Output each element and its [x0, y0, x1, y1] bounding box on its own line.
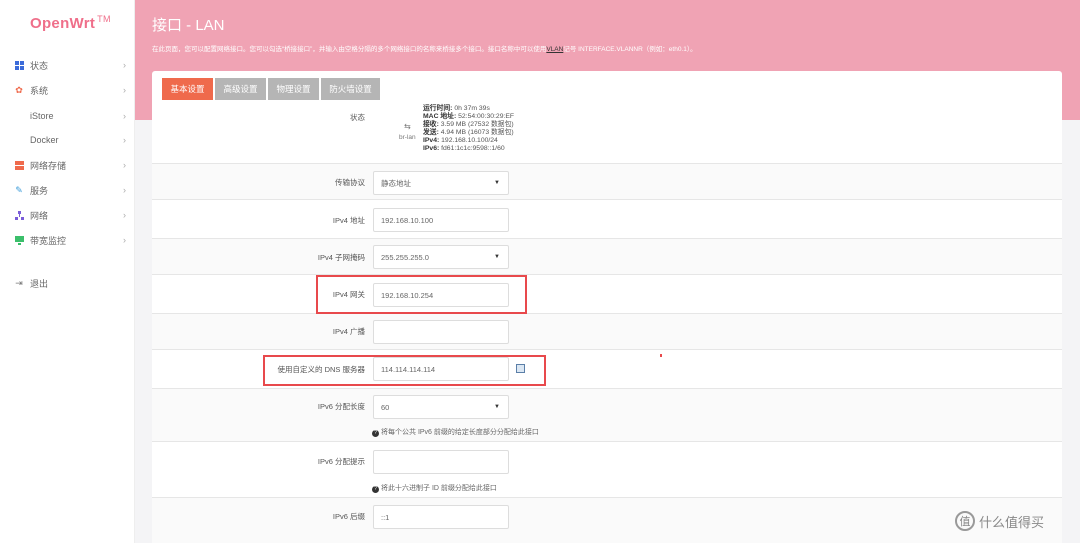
dns-highlight-box	[263, 355, 546, 386]
gear-icon: ✿	[15, 84, 23, 95]
sidebar-item-istore[interactable]: iStore ›	[14, 106, 126, 126]
chevron-right-icon: ›	[123, 85, 126, 95]
ipv4-netmask-select[interactable]: 255.255.255.0 ▼	[373, 245, 509, 269]
help-icon: ?	[372, 430, 379, 437]
ipv4-netmask-label: IPv4 子网掩码	[317, 253, 365, 262]
dashboard-icon	[14, 60, 24, 70]
status-label: 状态	[350, 113, 365, 122]
chevron-right-icon: ›	[123, 111, 126, 121]
logout-icon: ⇥	[15, 277, 23, 288]
caret-down-icon: ▼	[494, 254, 500, 260]
ipv4-broadcast-input[interactable]	[373, 320, 509, 344]
ipv6-suffix-label: IPv6 后缀	[332, 512, 365, 521]
ipv6-assign-hint: ? 将每个公共 IPv6 前缀的给定长度部分分配给此接口	[372, 427, 539, 437]
chevron-right-icon: ›	[123, 185, 126, 195]
brand-logo[interactable]: OpenWrt TM	[30, 14, 111, 32]
monitor-icon	[14, 235, 24, 245]
caret-down-icon: ▼	[494, 404, 500, 410]
tab-basic[interactable]: 基本设置	[162, 78, 213, 100]
services-icon: ✎	[15, 184, 23, 195]
sidebar-item-docker[interactable]: Docker ›	[14, 130, 126, 150]
network-icon	[14, 210, 24, 220]
protocol-label: 传输协议	[335, 178, 365, 187]
chevron-right-icon: ›	[123, 210, 126, 220]
chevron-right-icon: ›	[123, 160, 126, 170]
ipv4-address-label: IPv4 地址	[332, 216, 365, 225]
sidebar-item-system[interactable]: ✿ 系统 ›	[14, 80, 126, 100]
watermark: 值 什么值得买	[955, 511, 1044, 531]
ipv6-assign-label: IPv6 分配长度	[317, 402, 365, 411]
sidebar-item-services[interactable]: ✎ 服务 ›	[14, 180, 126, 200]
tab-firewall[interactable]: 防火墙设置	[321, 78, 380, 100]
chevron-right-icon: ›	[123, 135, 126, 145]
chevron-right-icon: ›	[123, 60, 126, 70]
chevron-right-icon: ›	[123, 235, 126, 245]
protocol-select[interactable]: 静态地址 ▼	[373, 171, 509, 195]
settings-card	[152, 71, 1062, 543]
help-icon: ?	[372, 486, 379, 493]
vlan-link[interactable]: VLAN	[546, 46, 563, 53]
tab-physical[interactable]: 物理设置	[268, 78, 319, 100]
sidebar: OpenWrt TM 状态 › ✿ 系统 › iStore › Docker › 网络存储…	[0, 0, 135, 543]
ipv6-hint-help: ? 将此十六进制子 ID 前缀分配给此接口	[372, 483, 497, 493]
status-info: 运行时间: 0h 37m 39s MAC 地址: 52:54:00:30:29:…	[423, 105, 515, 152]
ipv6-assign-select[interactable]: 60 ▼	[373, 395, 509, 419]
ipv6-hint-label: IPv6 分配提示	[317, 457, 365, 466]
sidebar-item-logout[interactable]: ⇥ 退出	[14, 273, 126, 293]
ipv4-address-input[interactable]: 192.168.10.100	[373, 208, 509, 232]
storage-icon	[14, 160, 24, 170]
row-bg	[152, 388, 1062, 441]
ethernet-icon: ⇆	[404, 122, 411, 131]
sidebar-item-network[interactable]: 网络 ›	[14, 205, 126, 225]
sidebar-item-storage[interactable]: 网络存储 ›	[14, 155, 126, 175]
sidebar-item-bandwidth[interactable]: 带宽监控 ›	[14, 230, 126, 250]
ipv4-broadcast-label: IPv4 广播	[332, 327, 365, 336]
ipv6-suffix-input[interactable]: ::1	[373, 505, 509, 529]
page-description: 在此页面，您可以配置网络接口。您可以勾选“桥接接口”，并输入由空格分隔的多个网络…	[152, 46, 697, 53]
gateway-highlight-box	[316, 275, 527, 314]
ipv6-hint-input[interactable]	[373, 450, 509, 474]
caret-down-icon: ▼	[494, 180, 500, 186]
marker-dot	[660, 354, 662, 357]
watermark-logo: 值	[955, 511, 975, 531]
page-title: 接口 - LAN	[152, 17, 225, 34]
tab-advanced[interactable]: 高级设置	[215, 78, 266, 100]
status-interface: br-lan	[399, 134, 416, 141]
sidebar-item-status[interactable]: 状态 ›	[14, 55, 126, 75]
